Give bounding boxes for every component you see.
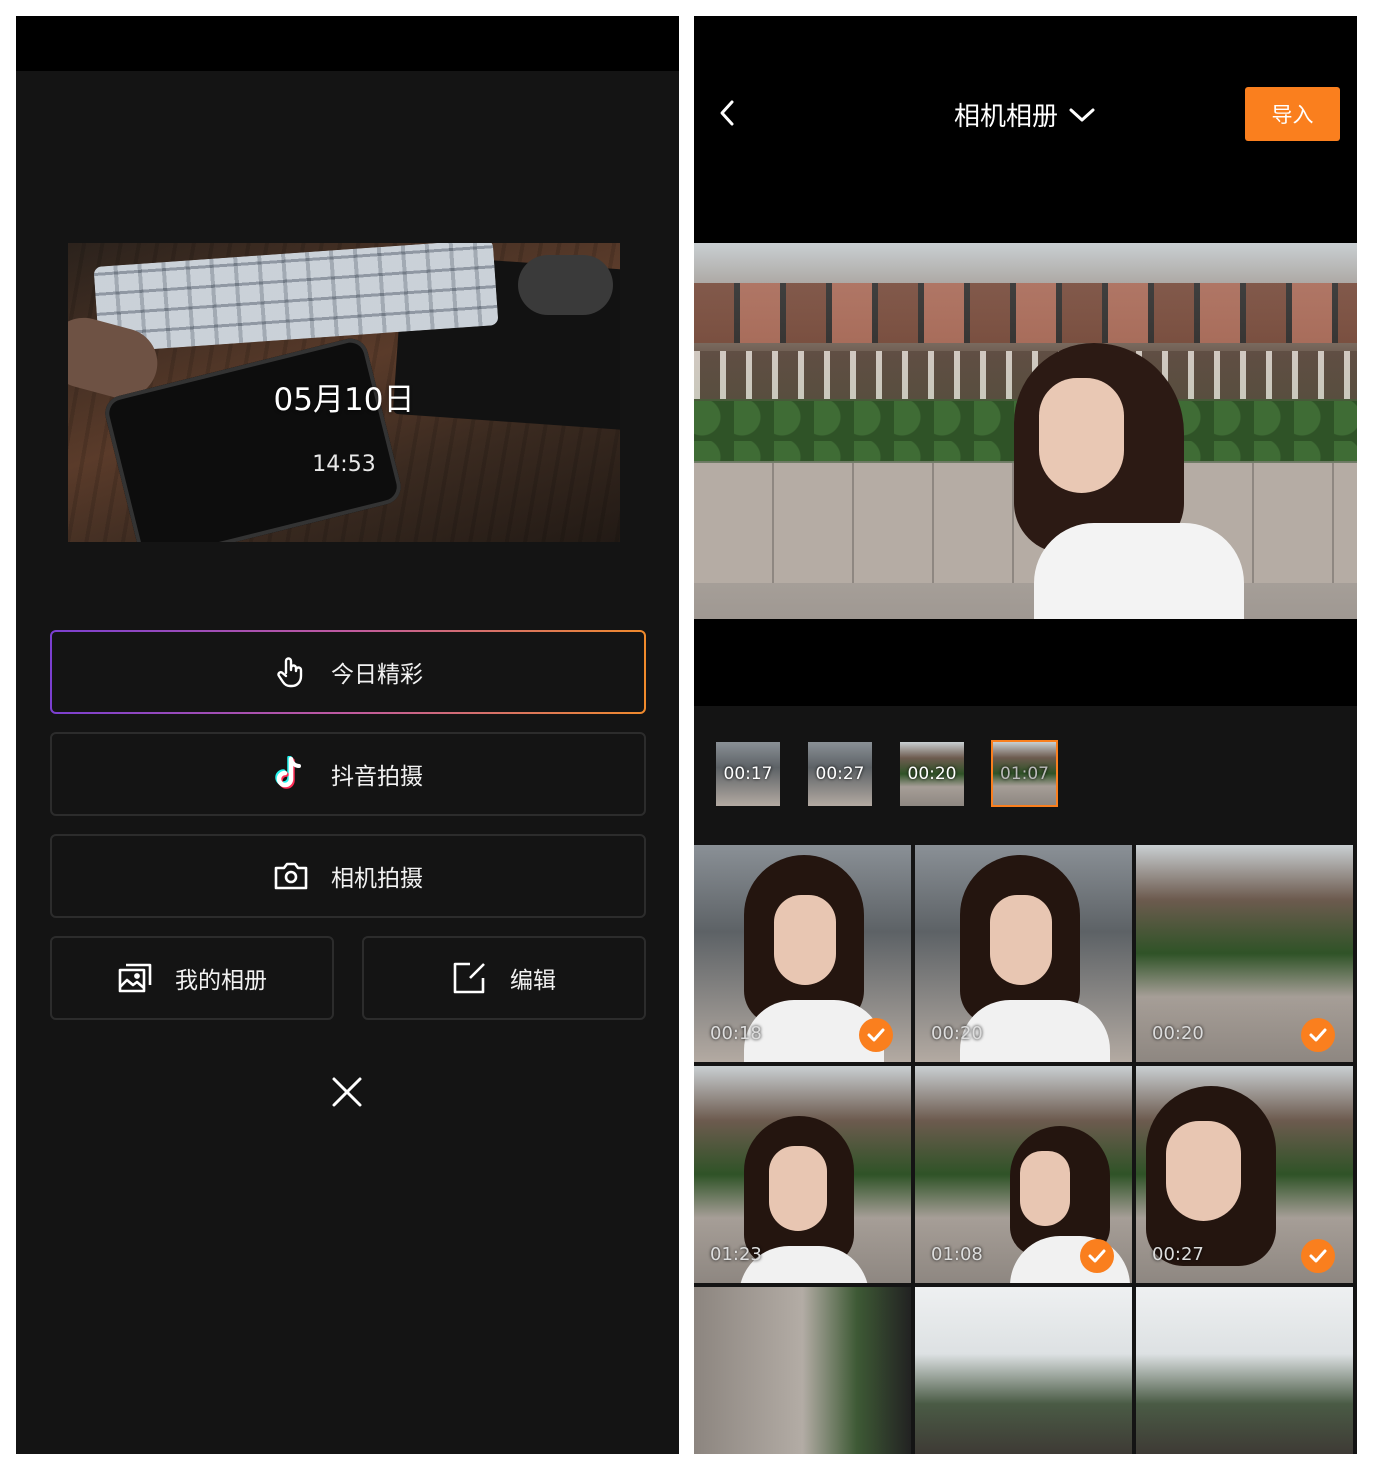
status-bar	[16, 16, 679, 71]
media-item[interactable]: 00:20	[915, 845, 1132, 1062]
cover-time: 14:53	[312, 452, 376, 477]
duration-label: 00:20	[931, 1023, 983, 1044]
tiktok-icon	[273, 756, 309, 792]
checkmark-icon[interactable]	[1080, 1239, 1114, 1273]
close-icon[interactable]	[328, 1073, 366, 1111]
camera-shoot-label: 相机拍摄	[331, 866, 423, 892]
duration-label: 00:18	[710, 1023, 762, 1044]
media-item[interactable]: 00:27	[1136, 1066, 1353, 1283]
edit-icon	[452, 960, 488, 996]
duration-label: 00:20	[1152, 1023, 1204, 1044]
media-item[interactable]: 01:23	[694, 1066, 911, 1283]
camera-shoot-button[interactable]: 相机拍摄	[50, 834, 646, 918]
duration-label: 00:27	[1152, 1244, 1204, 1265]
album-icon	[117, 960, 153, 996]
create-menu-screen: 05月10日 14:53 今日精彩 抖音拍摄 相机拍摄 我的相册 编辑	[16, 16, 679, 1454]
chevron-down-icon	[1069, 108, 1095, 121]
today-highlights-label: 今日精彩	[331, 662, 423, 688]
cover-date: 05月10日	[273, 382, 415, 418]
checkmark-icon[interactable]	[859, 1018, 893, 1052]
checkmark-icon[interactable]	[1301, 1239, 1335, 1273]
media-item[interactable]: 00:20	[1136, 845, 1353, 1062]
douyin-shoot-button[interactable]: 抖音拍摄	[50, 732, 646, 816]
duration-label: 01:23	[710, 1244, 762, 1265]
media-grid: 00:18 00:20 00:20 01:23 01:08 00:27	[694, 845, 1357, 1454]
status-bar	[694, 16, 1357, 71]
album-picker-screen: 相机相册 导入 00:17 00:27 00:20 01:07 00:18 00…	[694, 16, 1357, 1454]
video-preview[interactable]	[694, 243, 1357, 619]
tap-hand-icon	[273, 654, 309, 690]
duration-label: 01:08	[931, 1244, 983, 1265]
media-item[interactable]: 00:18	[694, 845, 911, 1062]
selected-clips-bar: 00:17 00:27 00:20 01:07	[694, 706, 1357, 844]
album-selector[interactable]: 相机相册	[954, 96, 1096, 133]
selected-clip[interactable]: 00:20	[900, 742, 964, 806]
media-item[interactable]	[1136, 1287, 1353, 1454]
edit-button[interactable]: 编辑	[362, 936, 646, 1020]
today-cover-card[interactable]: 05月10日 14:53	[68, 243, 620, 542]
media-item[interactable]	[915, 1287, 1132, 1454]
today-highlights-button[interactable]: 今日精彩	[50, 630, 646, 714]
back-arrow-icon[interactable]	[716, 98, 740, 128]
selected-clip-active[interactable]: 01:07	[991, 740, 1058, 807]
camera-icon	[273, 858, 309, 894]
my-album-button[interactable]: 我的相册	[50, 936, 334, 1020]
douyin-shoot-label: 抖音拍摄	[331, 764, 423, 790]
media-item[interactable]	[694, 1287, 911, 1454]
album-title: 相机相册	[954, 102, 1059, 132]
my-album-label: 我的相册	[175, 968, 267, 994]
checkmark-icon[interactable]	[1301, 1018, 1335, 1052]
import-button[interactable]: 导入	[1245, 87, 1340, 141]
edit-label: 编辑	[510, 968, 556, 994]
selected-clip[interactable]: 00:27	[808, 742, 872, 806]
media-item[interactable]: 01:08	[915, 1066, 1132, 1283]
selected-clip[interactable]: 00:17	[716, 742, 780, 806]
